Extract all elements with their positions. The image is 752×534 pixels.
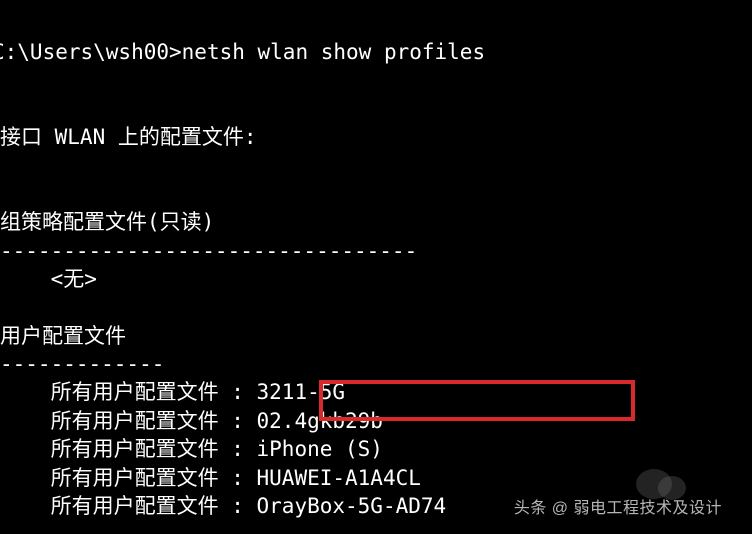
profile-row: 所有用户配置文件 : HUAWEI-A1A4CL: [51, 466, 421, 490]
profile-row: 所有用户配置文件 : 02.4gkb29b: [51, 409, 383, 433]
user-profiles-header: 用户配置文件: [0, 324, 126, 348]
interface-section-header: 接口 WLAN 上的配置文件:: [0, 125, 257, 149]
watermark-text: 头条 @ 弱电工程技术及设计: [514, 498, 722, 520]
prompt-path: C:\Users\wsh00>: [0, 40, 182, 64]
profile-label: 所有用户配置文件: [51, 409, 219, 433]
profile-label: 所有用户配置文件: [51, 494, 219, 518]
command-text: netsh wlan show profiles: [182, 40, 485, 64]
profile-label: 所有用户配置文件: [51, 380, 219, 404]
prompt-line[interactable]: C:\Users\wsh00>netsh wlan show profiles: [0, 40, 485, 64]
group-policy-dashes: ---------------------------------: [0, 239, 417, 263]
profile-row: 所有用户配置文件 : iPhone (S): [51, 437, 383, 461]
profile-row: 所有用户配置文件 : OrayBox-5G-AD74: [51, 494, 447, 518]
profile-value: HUAWEI-A1A4CL: [257, 466, 421, 490]
group-policy-header: 组策略配置文件(只读): [0, 210, 214, 234]
profile-value: iPhone (S): [257, 437, 383, 461]
profile-label: 所有用户配置文件: [51, 466, 219, 490]
user-profiles-dashes: -------------: [0, 352, 164, 376]
profile-label: 所有用户配置文件: [51, 437, 219, 461]
profile-value: 02.4gkb29b: [257, 409, 383, 433]
terminal-output: C:\Users\wsh00>netsh wlan show profiles …: [0, 0, 752, 520]
profile-value: 3211-5G: [257, 380, 346, 404]
profile-value: OrayBox-5G-AD74: [257, 494, 447, 518]
profile-row: 所有用户配置文件 : 3211-5G: [51, 380, 345, 404]
group-policy-value: <无>: [51, 267, 97, 291]
